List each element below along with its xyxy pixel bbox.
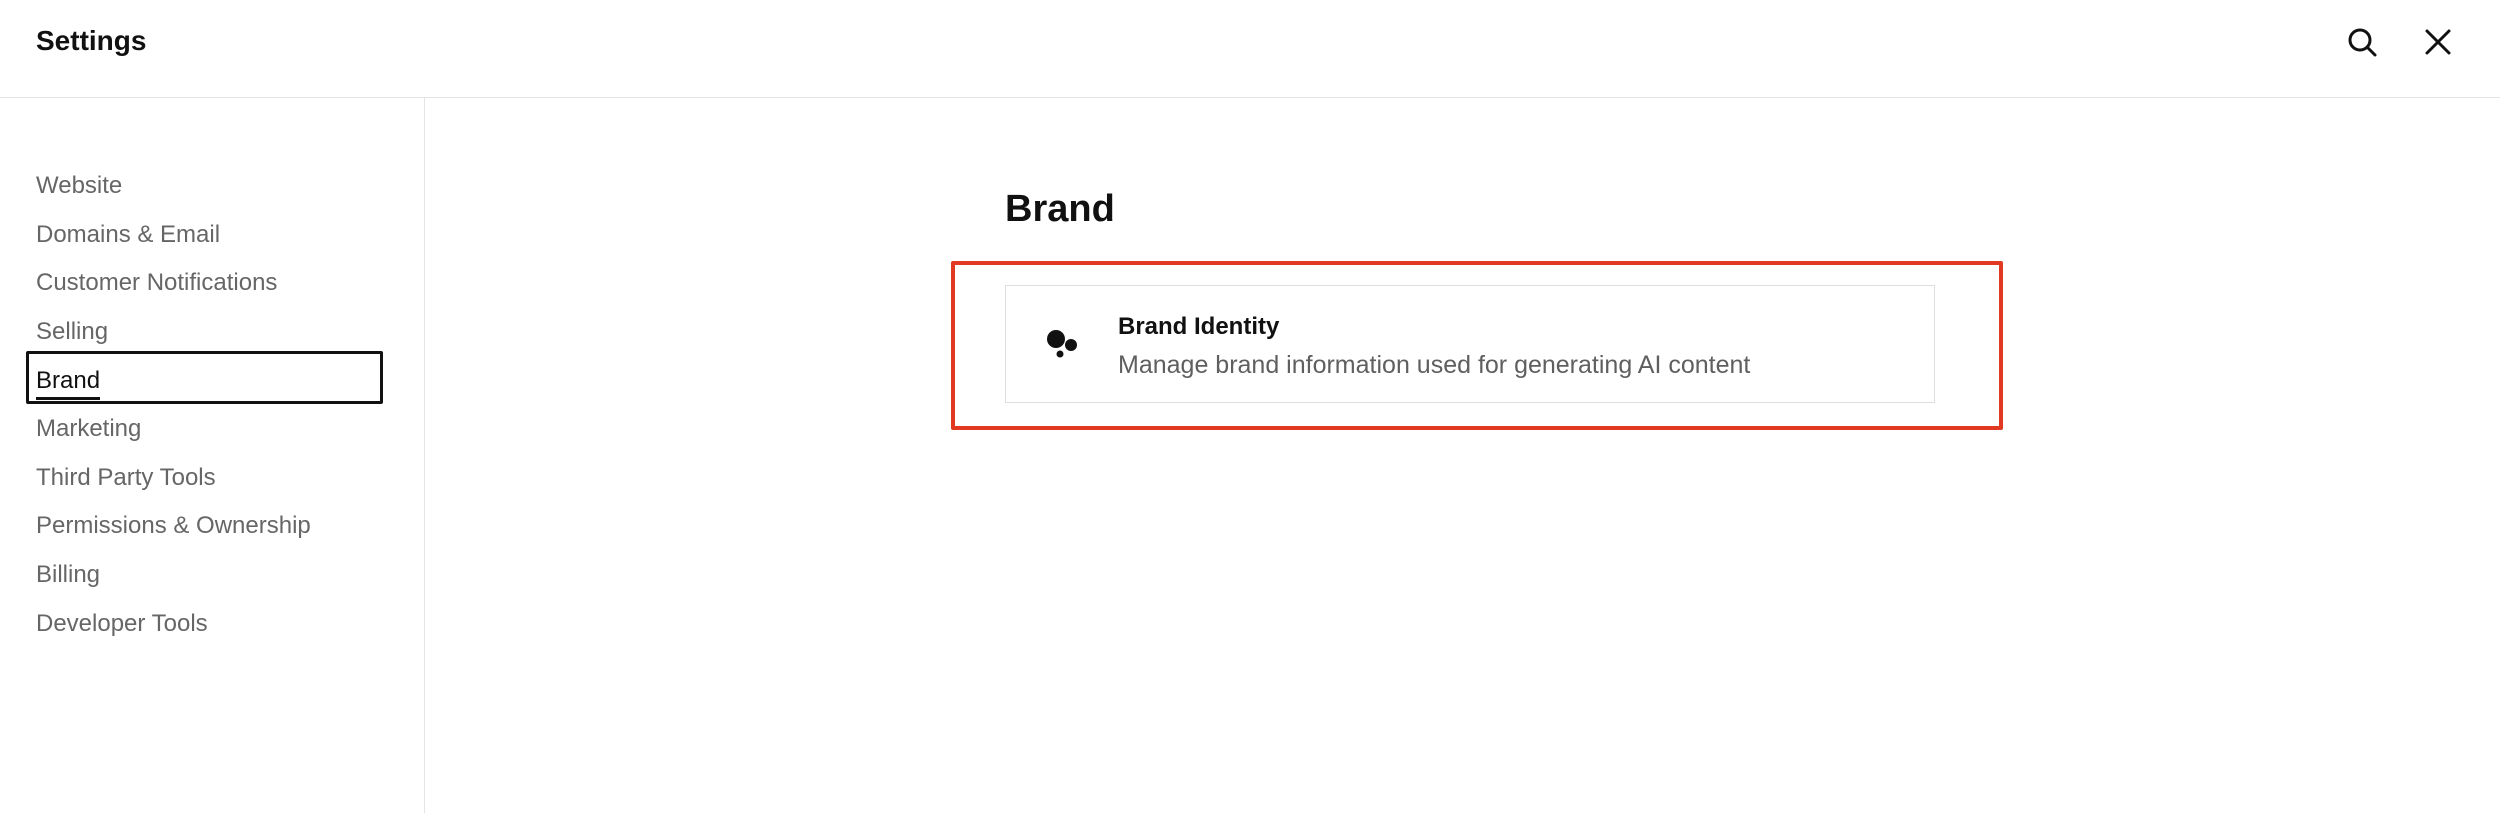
top-bar: Settings (0, 0, 2500, 98)
close-button[interactable] (2418, 22, 2458, 62)
sidebar-item-marketing[interactable]: Marketing (0, 405, 425, 454)
card-description: Manage brand information used for genera… (1118, 351, 1751, 379)
search-icon (2348, 28, 2377, 57)
page-title: Brand (1005, 188, 1115, 230)
settings-sidebar: Website Domains & Email Customer Notific… (0, 98, 425, 813)
page-header-title: Settings (36, 25, 147, 56)
sidebar-item-label: Selling (36, 318, 109, 346)
sidebar-item-label: Billing (36, 561, 101, 589)
settings-nav: Website Domains & Email Customer Notific… (0, 162, 425, 648)
sidebar-item-developer-tools[interactable]: Developer Tools (0, 599, 425, 648)
sidebar-item-label: Customer Notifications (36, 269, 278, 297)
sidebar-item-domains-email[interactable]: Domains & Email (0, 211, 425, 260)
sidebar-item-label: Marketing (36, 415, 142, 443)
sidebar-item-label: Domains & Email (36, 220, 221, 248)
sidebar-item-label: Website (36, 172, 123, 200)
search-button[interactable] (2342, 22, 2382, 62)
sidebar-item-customer-notifications[interactable]: Customer Notifications (0, 259, 425, 308)
sidebar-item-label: Developer Tools (36, 609, 208, 637)
sidebar-item-third-party-tools[interactable]: Third Party Tools (0, 454, 425, 503)
brand-identity-icon (1047, 330, 1077, 358)
sidebar-item-website[interactable]: Website (0, 162, 425, 211)
sidebar-item-label: Permissions & Ownership (36, 512, 311, 540)
card-title: Brand Identity (1118, 313, 1280, 340)
sidebar-item-billing[interactable]: Billing (0, 551, 425, 600)
sidebar-item-permissions-ownership[interactable]: Permissions & Ownership (0, 502, 425, 551)
active-item-focus-ring (26, 351, 383, 404)
brand-identity-card[interactable]: Brand Identity Manage brand information … (1005, 285, 1935, 403)
close-icon (2425, 29, 2451, 55)
sidebar-item-label: Third Party Tools (36, 463, 216, 491)
sidebar-item-selling[interactable]: Selling (0, 308, 425, 357)
main-content: Brand Brand Identity Manage brand inform… (426, 98, 2500, 813)
